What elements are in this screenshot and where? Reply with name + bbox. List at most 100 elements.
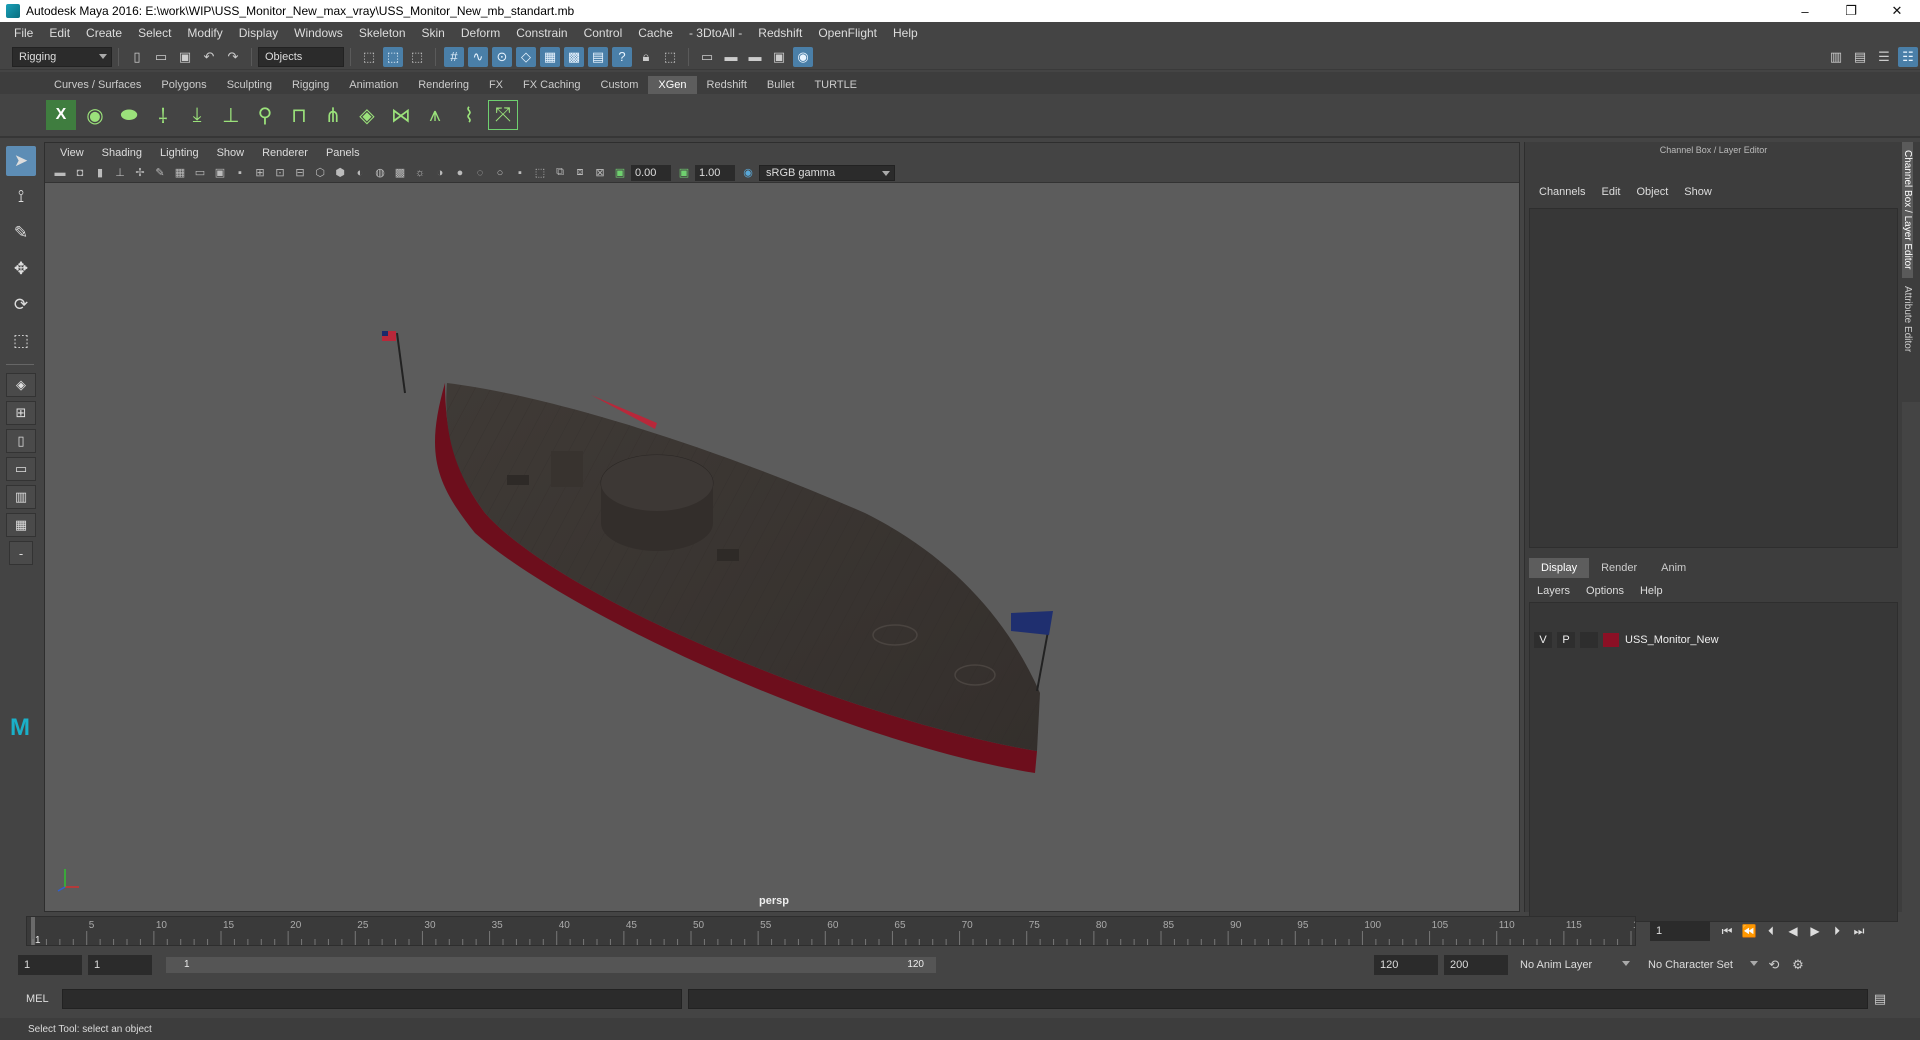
xgen-bend-icon[interactable]: ⋈ [386, 100, 416, 130]
scale-tool-icon[interactable]: ⬚ [6, 326, 36, 356]
single-perspective-layout-icon[interactable]: ◈ [6, 373, 36, 397]
layout-options-icon[interactable]: - [9, 541, 33, 565]
default-material-icon[interactable]: ◐ [351, 165, 369, 181]
safe-action-icon[interactable]: ⊡ [271, 165, 289, 181]
safe-title-icon[interactable]: ⊟ [291, 165, 309, 181]
bookmark-icon[interactable]: ▮ [91, 165, 109, 181]
screen-space-ao-icon[interactable]: ● [451, 165, 469, 181]
panel-menu-renderer[interactable]: Renderer [253, 147, 317, 159]
exposure-field[interactable]: 0.00 [631, 164, 671, 181]
menu-modify[interactable]: Modify [179, 26, 230, 40]
save-scene-icon[interactable]: ▣ [175, 47, 195, 67]
menu-cache[interactable]: Cache [630, 26, 681, 40]
hypershade-layout-icon[interactable]: ▦ [6, 513, 36, 537]
panel-menu-panels[interactable]: Panels [317, 147, 369, 159]
tab-attribute-editor[interactable]: Attribute Editor [1902, 278, 1913, 360]
close-button[interactable]: ✕ [1874, 0, 1920, 22]
render-frame-icon[interactable]: ▬ [721, 47, 741, 67]
shelf-tab-rigging[interactable]: Rigging [282, 76, 339, 94]
layer-visibility-toggle[interactable]: V [1534, 632, 1552, 648]
pan-zoom-icon[interactable]: ✢ [131, 165, 149, 181]
textured-icon[interactable]: ▩ [391, 165, 409, 181]
gamma-field[interactable]: 1.00 [695, 164, 735, 181]
shelf-tab-sculpting[interactable]: Sculpting [217, 76, 282, 94]
go-to-start-icon[interactable]: ⏮ [1716, 921, 1738, 941]
lasso-tool-icon[interactable]: ⟟ [6, 182, 36, 212]
go-to-end-icon[interactable]: ⏭ [1848, 921, 1870, 941]
xgen-comb-icon[interactable]: ⩚ [420, 100, 450, 130]
playback-start-field[interactable]: 1 [88, 955, 152, 975]
four-view-layout-icon[interactable]: ⊞ [6, 401, 36, 425]
persp-graph-layout-icon[interactable]: ▭ [6, 457, 36, 481]
menuset-dropdown[interactable]: Rigging [12, 46, 112, 67]
hypershade-icon[interactable]: ◉ [793, 46, 813, 67]
wireframe-on-shaded-icon[interactable]: ◍ [371, 165, 389, 181]
menu-select[interactable]: Select [130, 26, 179, 40]
dope-sheet-layout-icon[interactable]: ▥ [6, 485, 36, 509]
menu-openflight[interactable]: OpenFlight [810, 26, 885, 40]
snap-surface-icon[interactable]: ▦ [540, 46, 560, 67]
step-back-key-icon[interactable]: ⏪ [1738, 921, 1760, 941]
history-icon[interactable]: ▤ [588, 46, 608, 67]
gamma-icon[interactable]: ▣ [675, 165, 693, 181]
shadows-icon[interactable]: ◑ [431, 165, 449, 181]
channels-menu[interactable]: Channels [1531, 186, 1593, 198]
shelf-tab-custom[interactable]: Custom [591, 76, 649, 94]
menu-display[interactable]: Display [231, 26, 286, 40]
play-backwards-icon[interactable]: ◀ [1782, 921, 1804, 941]
question-icon[interactable]: ? [612, 46, 632, 67]
snap-view-plane-icon[interactable]: ◇ [516, 46, 536, 67]
xgen-guide-spread-icon[interactable]: ⋔ [318, 100, 348, 130]
tab-render[interactable]: Render [1589, 558, 1649, 578]
layer-color-swatch[interactable] [1603, 633, 1619, 647]
step-forward-frame-icon[interactable]: ⏵ [1826, 921, 1848, 941]
script-editor-icon[interactable]: ▤ [1870, 989, 1890, 1009]
xgen-guide-lock-icon[interactable]: ⊓ [284, 100, 314, 130]
anim-layer-dropdown[interactable]: No Anim Layer [1514, 955, 1634, 975]
menu-3dtoall[interactable]: - 3DtoAll - [681, 26, 750, 40]
xgen-guide-down-icon[interactable]: ⤓ [182, 100, 212, 130]
menu-help[interactable]: Help [885, 26, 926, 40]
tab-anim[interactable]: Anim [1649, 558, 1698, 578]
range-slider[interactable]: 1 120 [166, 957, 936, 973]
layer-playback-toggle[interactable]: P [1557, 632, 1575, 648]
perspective-viewport[interactable]: persp [45, 183, 1519, 911]
animation-end-field[interactable]: 200 [1444, 955, 1508, 975]
menu-skin[interactable]: Skin [414, 26, 453, 40]
panel-menu-show[interactable]: Show [208, 147, 254, 159]
xgen-description-icon[interactable]: ⬬ [114, 100, 144, 130]
xray-joints-icon[interactable]: ⧈ [571, 165, 589, 181]
object-menu[interactable]: Object [1628, 186, 1676, 198]
animation-start-field[interactable]: 1 [18, 955, 82, 975]
layers-menu[interactable]: Layers [1529, 585, 1578, 597]
xgen-cut-icon[interactable]: ⌇ [454, 100, 484, 130]
shelf-tab-curves-surfaces[interactable]: Curves / Surfaces [44, 76, 151, 94]
xgen-sculpt-icon[interactable]: ⤧ [488, 100, 518, 130]
render-settings-icon[interactable]: ▣ [769, 47, 789, 67]
redo-icon[interactable]: ↷ [223, 47, 243, 67]
camera-select-icon[interactable]: ▬ [51, 165, 69, 181]
resolution-gate-icon[interactable]: ▣ [211, 165, 229, 181]
undo-icon[interactable]: ↶ [199, 47, 219, 67]
step-back-frame-icon[interactable]: ⏴ [1760, 921, 1782, 941]
snap-grid-icon[interactable]: # [444, 46, 464, 67]
shelf-tab-bullet[interactable]: Bullet [757, 76, 805, 94]
persp-outliner-layout-icon[interactable]: ▯ [6, 429, 36, 453]
menu-file[interactable]: File [6, 26, 41, 40]
panel-menu-shading[interactable]: Shading [93, 147, 151, 159]
rotate-tool-icon[interactable]: ⟳ [6, 290, 36, 320]
select-object-icon[interactable]: ⬚ [383, 46, 403, 67]
anti-aliasing-icon[interactable]: ○ [491, 165, 509, 181]
color-management-icon[interactable]: ◉ [739, 165, 757, 181]
image-plane-icon[interactable]: ⊥ [111, 165, 129, 181]
channel-box-area[interactable] [1529, 208, 1898, 548]
show-menu[interactable]: Show [1676, 186, 1720, 198]
smooth-shade-icon[interactable]: ⬢ [331, 165, 349, 181]
lock-icon[interactable]: 🔒︎ [636, 47, 656, 67]
wireframe-icon[interactable]: ⬡ [311, 165, 329, 181]
open-scene-icon[interactable]: ▭ [151, 47, 171, 67]
current-frame-field[interactable]: 1 [1650, 921, 1710, 941]
shelf-tab-xgen[interactable]: XGen [648, 76, 697, 94]
menu-redshift[interactable]: Redshift [750, 26, 810, 40]
select-hierarchy-icon[interactable]: ⬚ [359, 47, 379, 67]
